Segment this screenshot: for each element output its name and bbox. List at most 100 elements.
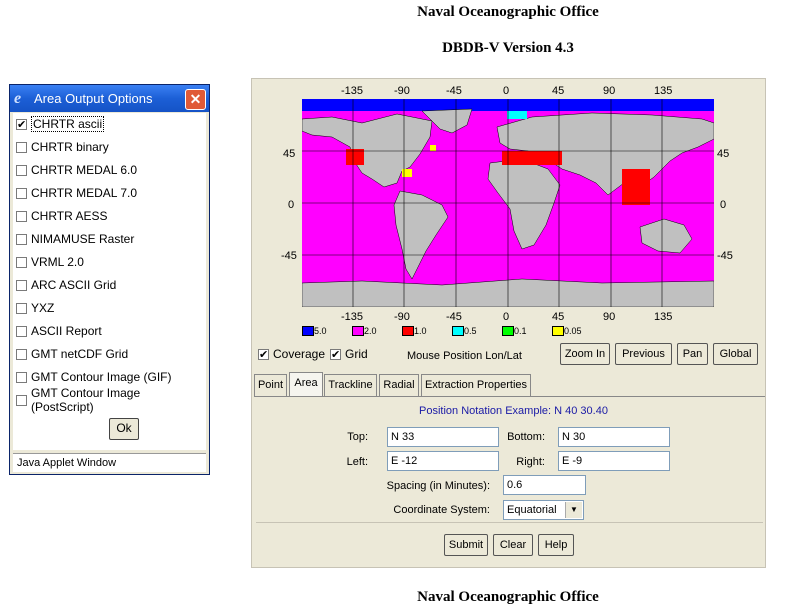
tab-area[interactable]: Area — [289, 372, 323, 397]
legend-swatch-005 — [552, 326, 564, 336]
grid-checkbox[interactable]: ✔ Grid — [330, 347, 368, 361]
previous-button[interactable]: Previous — [615, 343, 672, 365]
checkbox[interactable] — [16, 348, 27, 360]
lon-label: -90 — [394, 311, 410, 323]
lon-label: 0 — [503, 85, 510, 97]
map-canvas — [302, 99, 714, 307]
legend-label: 5.0 — [314, 326, 327, 336]
right-field[interactable]: E -9 — [558, 451, 670, 471]
options-list: ✔ CHRTR ascii CHRTR binary CHRTR MEDAL 6.… — [13, 113, 206, 450]
lat-label: -45 — [281, 250, 297, 262]
option-chrtr-binary[interactable]: CHRTR binary — [16, 138, 109, 156]
option-arc-ascii-grid[interactable]: ARC ASCII Grid — [16, 276, 116, 294]
world-coverage-map[interactable] — [302, 99, 714, 307]
top-label: Top: — [347, 431, 368, 443]
mouse-position-readout: Mouse Position Lon/Lat — [407, 350, 522, 362]
option-chrtr-aess[interactable]: CHRTR AESS — [16, 207, 107, 225]
divider — [256, 522, 763, 523]
checkbox[interactable] — [16, 187, 27, 199]
option-yxz[interactable]: YXZ — [16, 299, 54, 317]
left-field[interactable]: E -12 — [387, 451, 499, 471]
option-gmt-contour-postscript[interactable]: GMT Contour Image (PostScript) — [16, 386, 206, 414]
lat-label: 0 — [288, 199, 295, 211]
position-notation-example: Position Notation Example: N 40 30.40 — [419, 405, 608, 417]
coordinate-system-select[interactable]: Equatorial ▼ — [503, 500, 584, 520]
window-title: Area Output Options — [34, 91, 153, 106]
lon-label: -45 — [446, 311, 462, 323]
lat-label: 45 — [717, 148, 730, 160]
page-title: Naval Oceanographic Office — [417, 4, 599, 20]
option-gmt-contour-gif[interactable]: GMT Contour Image (GIF) — [16, 368, 171, 386]
checkbox[interactable] — [16, 302, 27, 314]
checkbox[interactable] — [16, 279, 27, 291]
pan-button[interactable]: Pan — [677, 343, 708, 365]
lon-label: 0 — [503, 311, 510, 323]
help-button[interactable]: Help — [538, 534, 574, 556]
clear-button[interactable]: Clear — [493, 534, 533, 556]
lon-label: -135 — [341, 311, 364, 323]
option-vrml[interactable]: VRML 2.0 — [16, 253, 84, 271]
legend-label: 2.0 — [364, 326, 377, 336]
spacing-field[interactable]: 0.6 — [503, 475, 586, 495]
checkbox[interactable] — [16, 371, 27, 383]
window-status-bar: Java Applet Window — [13, 453, 206, 472]
chevron-down-icon[interactable]: ▼ — [565, 502, 582, 518]
option-chrtr-medal-6[interactable]: CHRTR MEDAL 6.0 — [16, 161, 137, 179]
checkbox[interactable]: ✔ — [16, 118, 27, 130]
lat-label: 45 — [283, 148, 296, 160]
checkbox[interactable] — [16, 256, 27, 268]
checkbox[interactable] — [16, 141, 27, 153]
close-icon[interactable]: ✕ — [185, 89, 206, 110]
bottom-field[interactable]: N 30 — [558, 427, 670, 447]
lon-label: -135 — [341, 85, 364, 97]
legend-label: 0.5 — [464, 326, 477, 336]
bottom-label: Bottom: — [507, 431, 545, 443]
spacing-label: Spacing (in Minutes): — [386, 480, 490, 492]
lon-label: -45 — [446, 85, 462, 97]
checkbox[interactable] — [16, 210, 27, 222]
checkbox[interactable] — [16, 164, 27, 176]
lat-label: 0 — [720, 199, 727, 211]
checkbox[interactable] — [16, 233, 27, 245]
top-field[interactable]: N 33 — [387, 427, 499, 447]
ok-button[interactable]: Ok — [109, 418, 139, 440]
area-output-options-window: e Area Output Options ✕ ✔ CHRTR ascii CHR… — [9, 84, 210, 475]
lon-label: 90 — [603, 311, 616, 323]
legend-label: 0.05 — [564, 326, 582, 336]
option-nimamuse-raster[interactable]: NIMAMUSE Raster — [16, 230, 134, 248]
ie-logo-icon: e — [14, 89, 22, 107]
legend-swatch-1 — [402, 326, 414, 336]
tab-trackline[interactable]: Trackline — [324, 374, 377, 396]
legend-swatch-5 — [302, 326, 314, 336]
submit-button[interactable]: Submit — [444, 534, 488, 556]
checkbox[interactable] — [16, 394, 27, 406]
checkbox[interactable]: ✔ — [258, 348, 269, 360]
tab-point[interactable]: Point — [254, 374, 287, 396]
option-chrtr-ascii[interactable]: ✔ CHRTR ascii — [16, 115, 105, 133]
option-ascii-report[interactable]: ASCII Report — [16, 322, 102, 340]
left-label: Left: — [346, 456, 368, 468]
footer-title: Naval Oceanographic Office — [417, 589, 599, 605]
lon-label: 45 — [552, 85, 565, 97]
lat-label: -45 — [717, 250, 733, 262]
coordinate-system-label: Coordinate System: — [393, 504, 490, 516]
right-label: Right: — [516, 456, 545, 468]
legend-label: 0.1 — [514, 326, 527, 336]
zoom-in-button[interactable]: Zoom In — [560, 343, 610, 365]
lon-label: -90 — [394, 85, 410, 97]
version-title: DBDB-V Version 4.3 — [442, 40, 574, 56]
lon-label: 90 — [603, 85, 616, 97]
legend-swatch-05 — [452, 326, 464, 336]
tab-radial[interactable]: Radial — [379, 374, 419, 396]
legend-swatch-2 — [352, 326, 364, 336]
tab-extraction-properties[interactable]: Extraction Properties — [421, 374, 531, 396]
window-titlebar[interactable]: e Area Output Options — [10, 85, 209, 112]
checkbox[interactable] — [16, 325, 27, 337]
lon-label: 135 — [654, 85, 673, 97]
checkbox[interactable]: ✔ — [330, 348, 341, 360]
option-chrtr-medal-7[interactable]: CHRTR MEDAL 7.0 — [16, 184, 137, 202]
lon-label: 45 — [552, 311, 565, 323]
global-button[interactable]: Global — [713, 343, 758, 365]
coverage-checkbox[interactable]: ✔ Coverage — [258, 347, 325, 361]
option-gmt-netcdf-grid[interactable]: GMT netCDF Grid — [16, 345, 128, 363]
